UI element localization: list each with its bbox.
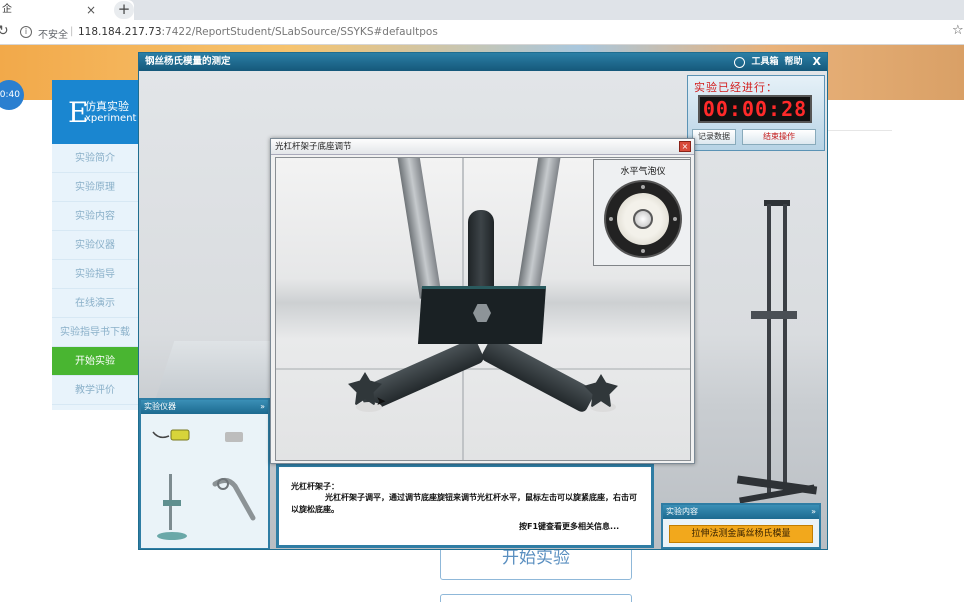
collapse-chevron-icon[interactable]: » [260,400,265,414]
toolbox-icon[interactable] [734,56,746,68]
info-heading: 光杠杆架子： [291,482,339,491]
sidebar-item-intro[interactable]: 实验简介 [52,144,138,173]
simulation-title-bar: 钢丝杨氏模量的测定 工具箱 帮助 X [139,53,827,71]
record-data-button[interactable]: 记录数据 [692,129,736,145]
content-panel: 实验内容 » 拉伸法测金属丝杨氏模量 [661,503,821,549]
sidebar-item-principle[interactable]: 实验原理 [52,173,138,202]
info-box: 光杠杆架子： 光杠杆架子调平，通过调节底座旋钮来调节光杠杆水平，鼠标左击可以旋紧… [276,464,654,548]
tape-measure-icon[interactable] [151,428,191,442]
info-icon[interactable]: i [20,26,32,38]
base-leg-right [479,335,597,414]
base-adjust-view: ➤ 水平气泡仪 [275,157,691,461]
floor-tile-line [276,368,690,370]
bubble [633,209,653,229]
dialog-title-bar: 光杠杆架子底座调节 [271,139,694,155]
experiment-logo: E 仿真实验 xperiment [52,80,138,144]
divider [826,130,892,131]
url-path: :7422/ReportStudent/SLabSource/SSYKS#def… [161,26,438,38]
content-panel-header: 实验内容 » [663,505,819,519]
clock-badge[interactable]: 0:40 [0,80,24,110]
sidebar-item-guide[interactable]: 实验指导 [52,260,138,289]
secondary-button[interactable] [440,594,632,602]
toolbox-button[interactable]: 工具箱 [751,53,778,71]
end-operation-button[interactable]: 结束操作 [742,129,816,145]
info-hint: 按F1键查看更多相关信息... [519,522,620,531]
browser-tab-bar: 企 × + [0,0,964,20]
info-body: 光杠杆架子调平，通过调节底座旋钮来调节光杠杆水平，鼠标左击可以旋紧底座，右击可以… [291,493,637,514]
simulation-close-button[interactable]: X [813,53,821,71]
dialog-close-icon[interactable]: × [679,141,691,152]
equipment-panel: 实验仪器 » [139,398,270,549]
new-tab-button[interactable]: + [114,1,134,19]
content-item-button[interactable]: 拉伸法测金属丝杨氏模量 [669,525,813,543]
stand-icon[interactable] [155,470,189,542]
level-tick [641,249,645,253]
logo-en: xperiment [85,113,137,124]
bubble-level-label: 水平气泡仪 [620,167,666,177]
sidebar-item-start[interactable]: 开始实验 [52,347,138,376]
collapse-chevron-icon[interactable]: » [811,505,816,519]
address-separator: | [70,26,74,37]
weight-block-icon[interactable] [225,432,243,442]
logo-cn: 仿真实验 [85,100,129,113]
level-tick [609,217,613,221]
screen: 企 × + ↻ i 不安全 | 118.184.217.73:7422/Repo… [0,0,964,602]
lever-pole-right [516,158,562,299]
simulation-title: 钢丝杨氏模量的测定 [145,56,231,67]
mouse-cursor-icon: ➤ [376,394,387,408]
bubble-level-face [617,193,669,245]
help-button[interactable]: 帮助 [785,53,803,71]
sidebar-nav: 实验简介 实验原理 实验内容 实验仪器 实验指导 在线演示 实验指导书下载 开始… [52,144,138,410]
timer-label: 实验已经进行： [694,81,778,94]
lever-pole-left [396,158,442,299]
sidebar-item-evaluation[interactable]: 教学评价 [52,376,138,405]
equipment-panel-title: 实验仪器 [144,402,176,411]
equipment-panel-header: 实验仪器 » [141,400,268,414]
stand-platform[interactable] [751,311,797,319]
url-field[interactable]: 118.184.217.73:7422/ReportStudent/SLabSo… [78,26,438,38]
stand-rod-left [767,204,771,494]
simulation-toolbar: 工具箱 帮助 X [734,53,827,71]
sidebar-item-demo[interactable]: 在线演示 [52,289,138,318]
sidebar-item-instruments[interactable]: 实验仪器 [52,231,138,260]
bubble-level-panel: 水平气泡仪 [593,159,690,266]
timer-display: 00:00:28 [698,95,812,123]
stand-rod-right [783,204,787,494]
content-panel-title: 实验内容 [666,507,698,516]
security-text: 不安全 [38,30,68,41]
level-tick [641,185,645,189]
tab-title: 企 [2,4,12,15]
url-host: 118.184.217.73 [78,26,162,38]
address-bar: ↻ i 不安全 | 118.184.217.73:7422/ReportStud… [0,20,964,45]
tab-close-icon[interactable]: × [86,0,96,20]
bookmark-star-icon[interactable]: ☆ [952,23,964,38]
clamp-icon[interactable] [209,474,259,524]
timer-panel: 实验已经进行： 00:00:28 记录数据 结束操作 [687,75,825,151]
level-tick [673,217,677,221]
base-adjust-dialog: 光杠杆架子底座调节 × ➤ 水平气泡仪 [270,138,695,464]
sidebar-item-content[interactable]: 实验内容 [52,202,138,231]
dialog-title: 光杠杆架子底座调节 [275,142,352,152]
sidebar-item-download[interactable]: 实验指导书下载 [52,318,138,347]
reload-icon[interactable]: ↻ [0,23,9,39]
bubble-level-icon [604,180,682,258]
